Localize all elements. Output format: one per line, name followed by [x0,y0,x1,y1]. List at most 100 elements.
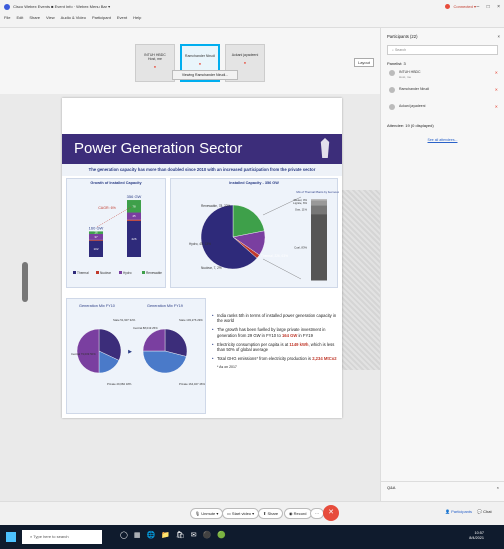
participant-item[interactable]: INTUH HBDC Host, me ✕ [389,69,498,83]
pie-label: Thermal, 226, 63% [261,254,288,258]
taskbar-app-icon[interactable]: ✉ [191,532,197,539]
thermal-mix-bar [311,214,327,281]
share-button[interactable]: ⬆ Share [258,508,284,519]
pie-label: Nuclear, 7, 2% [201,266,222,270]
avatar [389,104,395,110]
window-title-text: Cisco Webex Events ■ Event Info · Webex … [13,4,111,10]
legend-label: Hydro [123,271,132,275]
pie-slice [76,328,100,374]
participants-icon: 👤 [445,509,450,514]
taskbar-app-icon[interactable]: 🟢 [217,532,226,539]
taskbar-app-icon[interactable]: 📁 [161,532,170,539]
see-all-attendees-link[interactable]: See all attendees... [381,138,504,142]
qa-title: Q&A [387,485,396,490]
video-tile-name: Ramchander Nirudi [184,54,216,58]
video-tile-sub: Host, me [147,57,162,61]
participant-search-input[interactable]: ⌕ Search [387,45,498,55]
close-window-button[interactable]: × [497,4,500,10]
menu-item-audio-video[interactable]: Audio & Video [61,15,86,20]
bullet-item: The growth has been fuelled by large pri… [212,327,337,337]
cagr-arrow [96,206,132,228]
close-participants-button[interactable]: × [498,34,500,39]
bar-total-label: 160 GW [89,225,104,230]
legend-label: Renewable [146,271,162,275]
menu-item-event[interactable]: Event [117,15,127,20]
shared-content-background [342,190,380,370]
menu-item-participant[interactable]: Participant [92,15,111,20]
scroll-handle[interactable] [22,262,28,302]
mic-muted-icon: ✕ [494,87,498,92]
taskbar-app-icon[interactable]: ▦ [134,532,141,539]
pie-label: Private 29,682 18% [107,382,132,386]
arrow-icon: ▶ [128,349,132,355]
video-tile[interactable]: INTUH HBDC Host, me ● [135,44,175,82]
thermal-mix-bar [311,205,327,215]
taskbar-app-icon[interactable]: ⚫ [203,532,212,539]
thermal-mix-label: Gas, 11% [295,208,308,212]
slide-title: Power Generation Sector [74,140,243,157]
taskbar-app-icon[interactable]: ◯ [120,532,128,539]
menu-item-help[interactable]: Help [133,15,141,20]
end-meeting-button[interactable]: ✕ [323,505,339,521]
webex-logo-icon [4,4,10,10]
menu-item-view[interactable]: View [46,15,55,20]
legend-label: Thermal [77,271,89,275]
taskbar-app-icon[interactable]: 🛍 [176,532,185,539]
qa-panel-header[interactable]: Q&A × [381,481,504,495]
windows-taskbar: ⌕ Type here to search ◯ ▦ 🌐 📁 🛍 ✉ ⚫ 🟢 10:57 8/4… [0,525,504,549]
window-controls: – □ × [470,4,500,10]
chat-button[interactable]: 💬 Chat [477,509,492,514]
minimize-button[interactable]: – [476,4,479,10]
panelist-group-label[interactable]: Panelist: 3 [381,55,504,66]
start-video-button[interactable]: ▭ Start video ▾ [222,508,260,519]
attendee-group-label[interactable]: Attendee: 19 (0 displayed) [381,117,504,128]
record-button[interactable]: ◉ Record [284,508,312,519]
slide-header: Power Generation Sector [62,134,342,164]
pie-label: Hydro, 45, 13% [189,242,211,246]
participant-item[interactable]: Ackani jayadeeni ✕ [389,103,498,117]
menu-bar: File Edit Share View Audio & Video Participan… [4,15,147,20]
bullet-item: Electricity consumption per capita is at… [212,342,337,352]
menu-item-edit[interactable]: Edit [16,15,23,20]
slide-footnote: * As on 2017 [217,365,237,370]
meeting-controls: 🎙 Unmute ▾ ▭ Start video ▾ ⬆ Share ◉ Rec… [0,501,504,525]
window-title: Cisco Webex Events ■ Event Info · Webex … [4,4,110,10]
windows-start-icon[interactable] [6,532,16,542]
growth-panel-title: Growth of Installed Capacity [90,181,142,185]
layout-button[interactable]: Layout [353,58,374,67]
participant-name: INTUH HBDC [399,70,421,74]
thermal-mix-label: Lignite, 6% [293,201,307,205]
camera-icon: ▭ [227,511,231,516]
taskbar-app-icon[interactable]: 🌐 [146,532,155,539]
legend-swatch [142,271,145,274]
legend-swatch [96,271,99,274]
menu-item-file[interactable]: File [4,15,10,20]
webex-window: Cisco Webex Events ■ Event Info · Webex … [0,0,504,549]
record-icon: ◉ [289,511,293,516]
more-options-button[interactable]: ··· [310,508,324,519]
unmute-button[interactable]: 🎙 Unmute ▾ [190,508,224,519]
bar-segment [127,219,141,221]
video-tile-name: Ackani jayadeeni [231,53,259,57]
bullet-item: India ranks 5th in terms of installed po… [212,313,337,323]
participant-role: Host, me [399,75,412,79]
mic-muted-icon: ✕ [494,70,498,75]
thermal-mix-bar [311,200,327,206]
participant-name: Ackani jayadeeni [399,104,426,108]
thermal-mix-label: Coal, 83% [294,245,307,249]
mix-title-fy19: Generation Mix FY19 [147,304,183,308]
participant-name: Ramchander Nirudi [399,87,430,91]
maximize-button[interactable]: □ [487,4,490,10]
avatar [389,70,395,76]
bar-value-label: 16 [94,231,98,235]
bullet-item: Total GHG emissions* from electricity pr… [212,356,337,361]
slide-subtitle: The generation capacity has more than do… [62,164,342,176]
generation-mix-panel: Generation Mix FY10 Generation Mix FY19 St… [66,298,206,414]
close-qa-button[interactable]: × [497,485,499,490]
bar-value-label: 45 [132,214,136,218]
taskbar-search-input[interactable]: ⌕ Type here to search [22,530,102,544]
participants-button[interactable]: 👤 Participants [445,509,472,514]
menu-item-share[interactable]: Share [29,15,40,20]
bar-value-label: 102 [93,247,98,251]
participant-item[interactable]: Ramchander Nirudi ✕ [389,86,498,100]
